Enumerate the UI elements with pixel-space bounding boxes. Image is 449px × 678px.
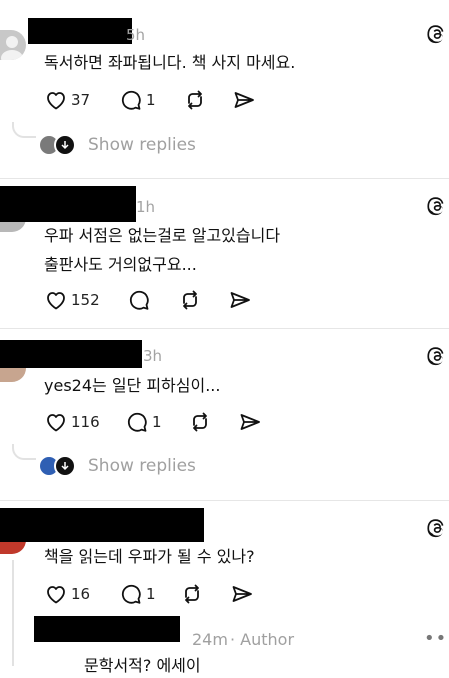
reply-count: 1 — [146, 585, 156, 603]
thread-line — [12, 122, 36, 138]
comment-text: 출판사도 거의없구요... — [44, 255, 197, 274]
comment-bubble-icon — [121, 90, 141, 110]
like-button[interactable]: 116 — [44, 410, 100, 434]
like-count: 152 — [71, 291, 100, 309]
comment-text: 책을 읽는데 우파가 될 수 있나? — [44, 547, 255, 566]
send-icon — [240, 414, 260, 430]
divider — [0, 500, 449, 501]
comment-timestamp: 3h — [143, 347, 163, 365]
share-button[interactable] — [230, 582, 254, 606]
divider — [0, 178, 449, 179]
share-button[interactable] — [238, 410, 262, 434]
reply-button[interactable] — [127, 288, 151, 312]
repost-icon — [185, 584, 199, 604]
repost-icon — [183, 290, 197, 310]
heart-icon — [47, 92, 65, 110]
like-count: 16 — [71, 585, 91, 603]
reply-avatars — [38, 455, 76, 477]
threads-logo-icon[interactable] — [425, 196, 449, 220]
comment-bubble-icon — [127, 412, 147, 432]
redacted-username — [0, 186, 136, 222]
redacted-username — [0, 508, 204, 542]
thread-line — [12, 444, 36, 460]
heart-icon — [47, 292, 65, 310]
heart-icon — [47, 586, 65, 604]
like-button[interactable]: 152 — [44, 288, 100, 312]
comment-text: 문학서적? 에세이 — [84, 656, 201, 675]
comment-text: 독서하면 좌파됩니다. 책 사지 마세요. — [44, 53, 296, 72]
comment-text: 우파 서점은 없는걸로 알고있습니다 — [44, 226, 281, 245]
share-button[interactable] — [232, 88, 256, 112]
author-tag: · Author — [230, 630, 295, 649]
reply-button[interactable]: 1 — [119, 88, 156, 112]
reply-avatars — [38, 134, 76, 156]
send-icon — [230, 292, 250, 308]
threads-logo-icon[interactable] — [425, 518, 449, 542]
thread-line — [12, 560, 14, 666]
reply-button[interactable]: 1 — [119, 582, 156, 606]
heart-icon — [47, 414, 65, 432]
redacted-username — [0, 340, 142, 368]
comment-timestamp: 5h — [126, 26, 146, 44]
reply-count: 1 — [146, 91, 156, 109]
like-button[interactable]: 16 — [44, 582, 90, 606]
reply-count: 1 — [152, 413, 162, 431]
comment-bubble-icon — [129, 290, 149, 310]
like-button[interactable]: 37 — [44, 88, 90, 112]
threads-logo-icon[interactable] — [425, 346, 449, 370]
repost-button[interactable] — [178, 288, 202, 312]
comment-text: yes24는 일단 피하심이... — [44, 376, 221, 395]
like-count: 37 — [71, 91, 91, 109]
repost-button[interactable] — [183, 88, 207, 112]
arrow-down-icon — [54, 455, 76, 477]
repost-button[interactable] — [188, 410, 212, 434]
divider — [0, 328, 449, 329]
redacted-username — [34, 616, 180, 642]
reply-button[interactable]: 1 — [125, 410, 162, 434]
send-icon — [234, 92, 254, 108]
like-count: 116 — [71, 413, 100, 431]
comment-timestamp: 24m — [192, 630, 228, 649]
repost-button[interactable] — [180, 582, 204, 606]
more-options-icon[interactable]: ••• — [424, 628, 449, 649]
arrow-down-icon — [54, 134, 76, 156]
comment-timestamp: 1h — [136, 198, 156, 216]
comment-bubble-icon — [121, 584, 141, 604]
share-button[interactable] — [228, 288, 252, 312]
avatar[interactable] — [0, 30, 26, 60]
repost-icon — [188, 90, 202, 110]
show-replies-link[interactable]: Show replies — [88, 134, 196, 156]
redacted-username — [28, 18, 132, 44]
repost-icon — [193, 412, 207, 432]
show-replies-link[interactable]: Show replies — [88, 455, 196, 477]
threads-logo-icon[interactable] — [425, 24, 449, 48]
send-icon — [232, 586, 252, 602]
